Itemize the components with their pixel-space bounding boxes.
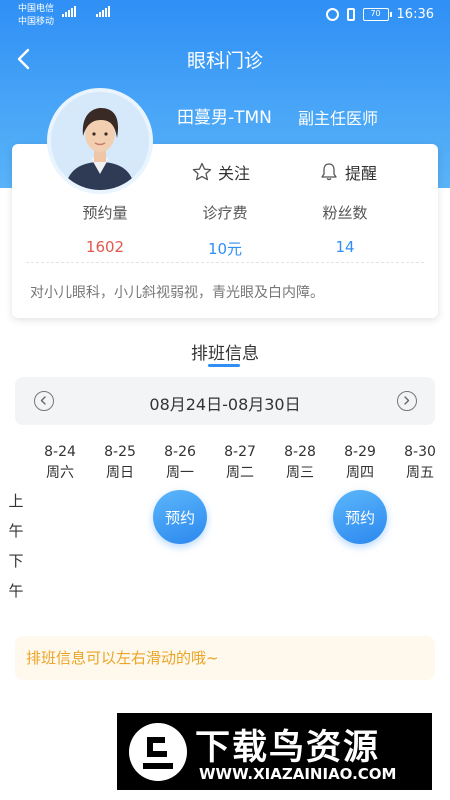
carrier-2: 中国移动 [18,17,55,27]
day-column-8-26[interactable]: 8-26 周一 [158,442,202,484]
day-column-8-25[interactable]: 8-25 周日 [98,442,142,484]
scroll-tip: 排班信息可以左右滑动的哦~ [15,636,435,680]
remind-label: 提醒 [345,164,378,183]
signal-1-icon [62,6,76,17]
day-column-8-27[interactable]: 8-27 周二 [218,442,262,484]
divider [26,262,424,263]
follow-button[interactable]: 关注 [192,160,250,184]
bird-logo-icon [129,723,187,781]
period-afternoon: 下 午 [8,546,24,606]
status-bar: 中国电信 中国移动 70 16:36 [0,0,450,30]
carrier-info: 中国电信 中国移动 [18,3,54,29]
week-selector: 08月24日-08月30日 [15,377,435,425]
remind-button[interactable]: 提醒 [319,160,377,184]
book-button-8-26[interactable]: 预约 [153,490,207,544]
carrier-1: 中国电信 [18,4,55,14]
day-column-8-24[interactable]: 8-24 周六 [38,442,82,484]
day-weekday: 周二 [226,465,254,481]
status-right: 70 16:36 [325,7,434,22]
period-afternoon-char-2: 午 [8,582,24,600]
stat-value: 14 [335,238,355,256]
doctor-name: 田蔓男-TMN [177,108,272,128]
alarm-icon [325,8,339,21]
bell-icon [321,163,337,181]
day-weekday: 周日 [106,465,134,481]
stat-appointments: 预约量 1602 [55,202,155,256]
watermark: 下载鸟资源 WWW.XIAZAINIAO.COM [117,713,432,790]
day-weekday: 周六 [46,465,74,481]
day-column-8-28[interactable]: 8-28 周三 [278,442,322,484]
next-week-button[interactable] [397,391,417,411]
day-date: 8-27 [224,444,256,460]
doctor-title: 副主任医师 [298,109,379,128]
stat-label: 粉丝数 [322,204,368,222]
doctor-avatar [47,88,153,194]
period-morning: 上 午 [8,486,24,546]
battery-icon: 70 [362,8,392,21]
schedule-title-underline [208,364,240,367]
book-button-8-29[interactable]: 预约 [333,490,387,544]
period-morning-char-2: 午 [8,522,24,540]
doctor-intro: 对小儿眼科，小儿斜视弱视，青光眼及白内障。 [30,285,324,301]
day-weekday: 周五 [406,465,434,481]
day-date: 8-29 [344,444,376,460]
schedule-title: 排班信息 [191,344,259,364]
day-date: 8-26 [164,444,196,460]
signal-2-icon [96,6,110,17]
day-date: 8-30 [404,444,436,460]
day-date: 8-28 [284,444,316,460]
period-afternoon-char-1: 下 [8,552,24,570]
follow-label: 关注 [218,164,251,183]
stat-fans: 粉丝数 14 [295,202,395,256]
day-weekday: 周一 [166,465,194,481]
period-morning-char-1: 上 [8,492,24,510]
stat-label: 预约量 [82,204,128,222]
page-title: 眼科门诊 [186,50,263,72]
day-column-8-29[interactable]: 8-29 周四 [338,442,382,484]
stat-value: 1602 [85,238,125,256]
watermark-text: 下载鸟资源 [195,728,381,768]
watermark-url: WWW.XIAZAINIAO.COM [199,765,397,783]
day-weekday: 周四 [346,465,374,481]
week-range: 08月24日-08月30日 [149,395,301,414]
stat-value: 10元 [207,240,243,258]
stat-fee: 诊疗费 10元 [175,202,275,259]
day-column-8-30[interactable]: 8-30 周五 [398,442,442,484]
day-date: 8-25 [104,444,136,460]
doctor-photo-icon [51,92,149,190]
chevron-right-icon [404,396,410,405]
star-icon [192,162,212,181]
status-time: 16:36 [396,7,434,22]
stat-label: 诊疗费 [202,204,248,222]
vibrate-icon [346,8,355,21]
day-weekday: 周三 [286,465,314,481]
day-date: 8-24 [44,444,76,460]
